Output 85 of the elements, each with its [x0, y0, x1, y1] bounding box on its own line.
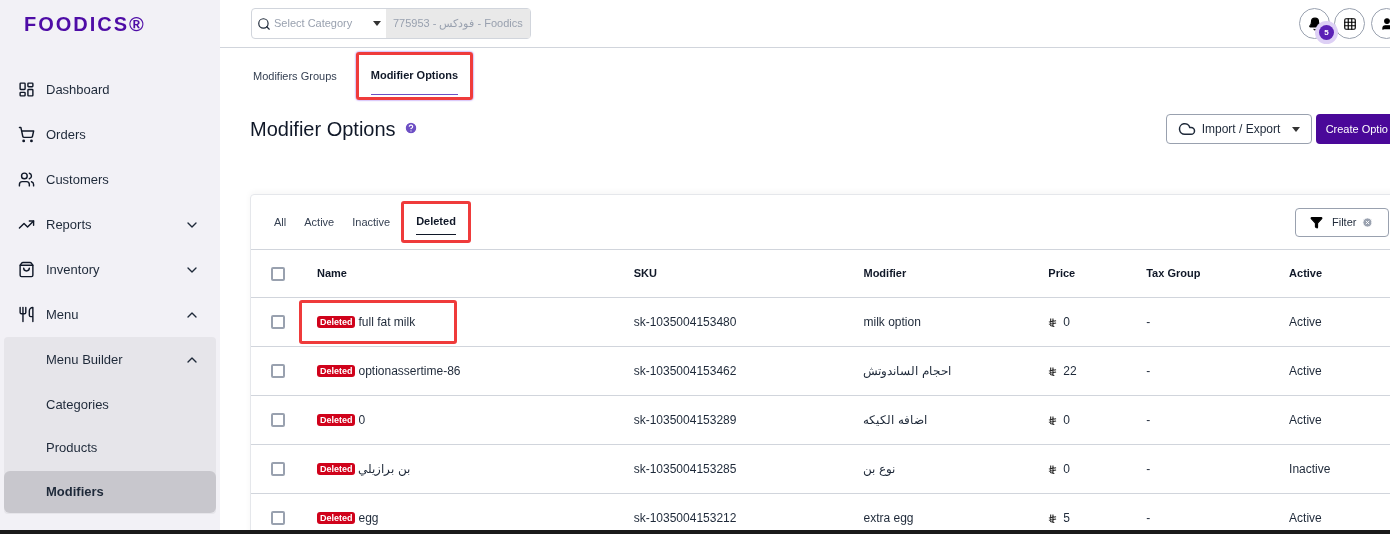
checkbox[interactable]: [271, 315, 285, 329]
tax-group-text: -: [1146, 315, 1151, 329]
filter-button[interactable]: Filter: [1295, 207, 1389, 237]
sidebar-item[interactable]: Products: [4, 427, 216, 469]
modifier-text: اضافه الكيكه: [863, 413, 927, 427]
cloud-icon: [1177, 120, 1196, 138]
sidebar-item[interactable]: Menu: [0, 292, 220, 337]
deleted-badge: Deleted: [316, 463, 356, 475]
sku-text: sk-1035004153212: [633, 511, 737, 525]
sidebar-item[interactable]: Customers: [0, 157, 220, 202]
name-text: full fat milk: [358, 314, 416, 331]
modifier-text: نوع بن: [863, 462, 895, 476]
bag-icon: [18, 261, 35, 278]
name-text: بن برازيلي: [358, 461, 410, 478]
sidebar-item[interactable]: Dashboard: [0, 67, 220, 112]
filter-tab[interactable]: Deleted: [401, 201, 471, 243]
deleted-badge: Deleted: [316, 512, 356, 524]
name-text: 0: [358, 412, 366, 429]
people-icon: [18, 171, 35, 188]
checkbox[interactable]: [271, 413, 285, 427]
price-text: 22: [1063, 363, 1077, 380]
riyal-icon: [1048, 366, 1058, 376]
filter-tab[interactable]: Active: [297, 201, 342, 243]
deleted-badge: Deleted: [316, 316, 356, 328]
name-text: optionassertime-86: [358, 363, 461, 380]
help-icon: [403, 121, 418, 135]
column-header: Active: [1289, 267, 1323, 280]
modifier-text: احجام الساندوتش: [863, 364, 951, 378]
name-text: egg: [358, 510, 379, 527]
checkbox[interactable]: [271, 511, 285, 525]
column-header: SKU: [633, 267, 657, 280]
user-icon: [1379, 16, 1390, 31]
sidebar-item[interactable]: Categories: [4, 383, 216, 426]
column-header: Price: [1048, 267, 1076, 280]
riyal-icon: [1048, 464, 1058, 474]
cart-icon: [18, 126, 35, 143]
riyal-icon: [1048, 317, 1058, 327]
sidebar-item[interactable]: Menu Builder: [4, 337, 216, 382]
sku-text: sk-1035004153289: [633, 413, 737, 427]
caret-icon: [1291, 126, 1300, 132]
tab[interactable]: Modifier Options: [355, 52, 474, 100]
dashboard-icon: [18, 81, 35, 98]
status-text: Active: [1289, 315, 1322, 329]
tax-group-text: -: [1146, 364, 1151, 378]
checkbox[interactable]: [271, 364, 285, 378]
filter-icon: [1310, 215, 1323, 229]
checkbox[interactable]: [271, 462, 285, 476]
logo: FOODICS®: [24, 11, 146, 37]
column-header: Modifier: [863, 267, 907, 280]
sku-text: sk-1035004153480: [633, 315, 737, 329]
tax-group-text: -: [1146, 413, 1151, 427]
tax-group-text: -: [1146, 511, 1151, 525]
sidebar-item[interactable]: Orders: [0, 112, 220, 157]
create-option-button[interactable]: Create Optio: [1315, 114, 1390, 144]
status-text: Active: [1289, 413, 1322, 427]
sku-text: sk-1035004153462: [633, 364, 737, 378]
clear-icon: [1362, 216, 1374, 228]
riyal-icon: [1048, 415, 1058, 425]
sidebar-item[interactable]: Inventory: [0, 247, 220, 292]
status-text: Inactive: [1289, 462, 1331, 476]
price-text: 5: [1063, 510, 1070, 527]
price-text: 0: [1063, 461, 1070, 478]
page-title: Modifier Options: [250, 117, 396, 142]
modifier-text: extra egg: [863, 511, 914, 525]
riyal-icon: [1048, 513, 1058, 523]
modifier-text: milk option: [863, 315, 921, 329]
checkbox[interactable]: [271, 266, 285, 281]
tab[interactable]: Modifiers Groups: [250, 52, 352, 100]
status-text: Active: [1289, 364, 1322, 378]
tax-group-text: -: [1146, 462, 1151, 476]
sidebar-item[interactable]: Reports: [0, 202, 220, 247]
status-text: Active: [1289, 511, 1322, 525]
filter-tab[interactable]: Inactive: [345, 201, 398, 243]
grid-icon: [1342, 16, 1357, 31]
filter-tab[interactable]: All: [267, 201, 294, 243]
import-export-button[interactable]: Import / Export: [1165, 114, 1312, 144]
deleted-badge: Deleted: [316, 365, 356, 377]
column-header: Tax Group: [1146, 267, 1201, 280]
utensils-icon: [18, 306, 35, 323]
sidebar-item[interactable]: Modifiers: [4, 470, 216, 513]
deleted-badge: Deleted: [316, 414, 356, 426]
price-text: 0: [1063, 412, 1070, 429]
sku-text: sk-1035004153285: [633, 462, 737, 476]
price-text: 0: [1063, 314, 1070, 331]
column-header: Name: [316, 267, 347, 280]
